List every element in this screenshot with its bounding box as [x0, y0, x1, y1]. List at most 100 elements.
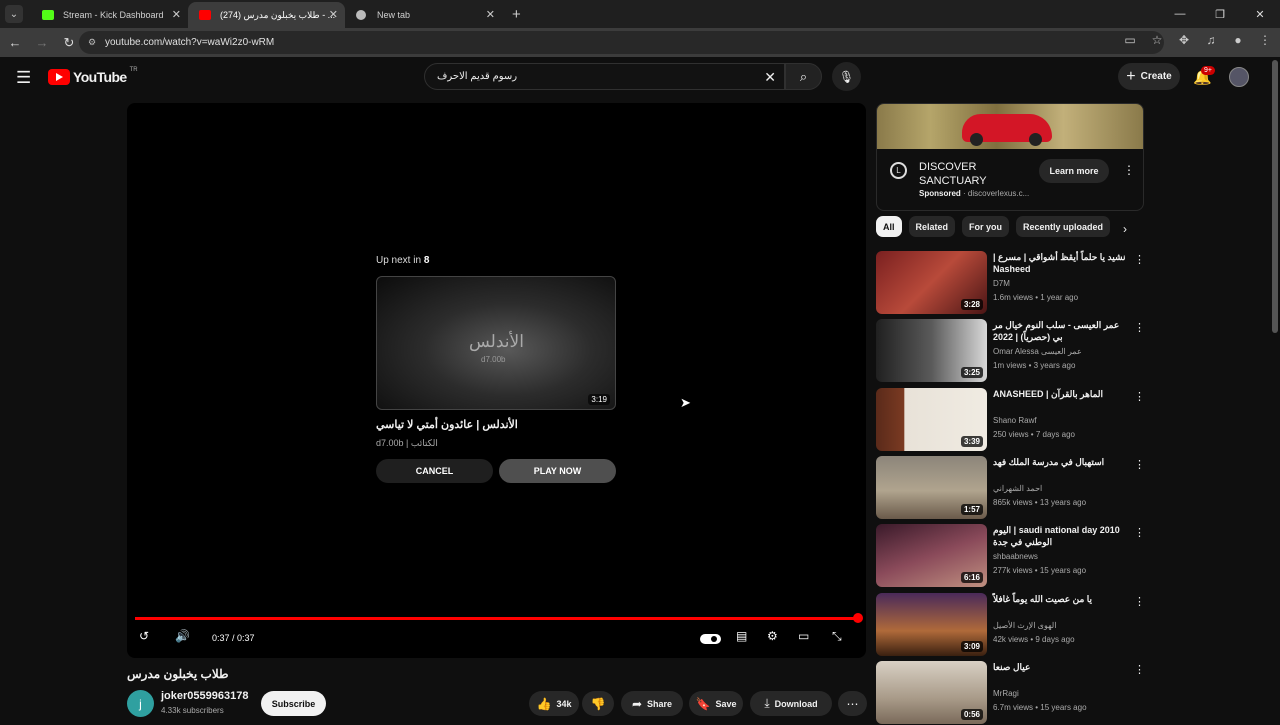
recommended-video[interactable]: 6:16 saudi national day 2010 | اليوم الوط…: [876, 524, 1145, 588]
save-button[interactable]: 🔖 Save: [689, 691, 743, 716]
voice-search-button[interactable]: 🎙: [832, 62, 861, 91]
more-icon[interactable]: ⋮: [1134, 390, 1145, 403]
like-button[interactable]: 👍 34k: [529, 691, 579, 716]
save-label: Save: [715, 698, 737, 709]
more-icon[interactable]: ⋮: [1134, 663, 1145, 676]
recommended-video[interactable]: 3:39 الماهر بالقرآن | ANASHEED Shano Rawf 2…: [876, 388, 1145, 452]
site-info-icon[interactable]: ⚙: [88, 37, 96, 48]
subscribe-button[interactable]: Subscribe: [261, 691, 326, 716]
fullscreen-icon[interactable]: ⤡: [832, 629, 842, 644]
video-meta: 6.7m views • 15 years ago: [993, 703, 1087, 712]
video-thumbnail[interactable]: 3:28: [876, 251, 987, 314]
more-icon[interactable]: ⋮: [1134, 321, 1145, 334]
menu-icon[interactable]: ⋮: [1258, 33, 1272, 47]
up-next-thumbnail[interactable]: الأندلس d7.00b 3:19: [376, 276, 616, 410]
tab-search-button[interactable]: ⌄: [5, 5, 23, 23]
recommended-video[interactable]: 3:25 عمر العيسى - سلب النوم خيال مر بي (ح…: [876, 319, 1145, 383]
play-now-button[interactable]: PLAY NOW: [499, 459, 616, 483]
video-title[interactable]: يا من عصيت الله يوماً غافلاً: [993, 593, 1131, 605]
youtube-logo[interactable]: YouTube TR: [48, 67, 138, 85]
chip-recently-uploaded[interactable]: Recently uploaded: [1016, 216, 1111, 237]
video-title[interactable]: عيال صنعا: [993, 661, 1131, 673]
search-button[interactable]: ⌕: [785, 63, 822, 90]
profile-icon[interactable]: ●: [1231, 33, 1245, 47]
settings-gear-icon[interactable]: ⚙: [767, 629, 778, 643]
download-button[interactable]: ⤓ Download: [750, 691, 832, 716]
sponsored-label: Sponsored: [919, 189, 961, 198]
share-button[interactable]: ➦ Share: [621, 691, 683, 716]
video-title[interactable]: saudi national day 2010 | اليوم الوطني ف…: [993, 524, 1131, 548]
replay-icon[interactable]: ↺: [139, 629, 149, 643]
more-actions-button[interactable]: ⋯: [838, 691, 867, 716]
channel-name[interactable]: joker0559963178: [161, 690, 248, 702]
browser-tab-strip: ⌄ Stream - Kick Dashboard ✕ طلاب يخبلون …: [0, 0, 1280, 28]
media-icon[interactable]: ♫: [1204, 33, 1218, 47]
video-title[interactable]: نشيد يا حلماً أيقظ أشواقي | مسرع | Nashe…: [993, 251, 1131, 275]
video-thumbnail[interactable]: 3:39: [876, 388, 987, 451]
video-title[interactable]: عمر العيسى - سلب النوم خيال مر بي (حصريا…: [993, 319, 1131, 343]
close-icon[interactable]: ✕: [172, 8, 181, 21]
search-input[interactable]: رسوم قديم الاحرف ✕: [424, 63, 785, 90]
autoplay-toggle[interactable]: [700, 634, 721, 644]
video-thumbnail[interactable]: 3:25: [876, 319, 987, 382]
forward-icon[interactable]: →: [30, 31, 54, 55]
more-icon[interactable]: ⋮: [1134, 458, 1145, 471]
video-thumbnail[interactable]: 1:57: [876, 456, 987, 519]
video-title[interactable]: استهبال في مدرسة الملك فهد: [993, 456, 1131, 468]
more-icon[interactable]: ⋮: [1134, 526, 1145, 539]
chevron-right-icon[interactable]: ›: [1123, 222, 1127, 236]
volume-icon[interactable]: 🔊: [175, 629, 190, 643]
back-icon[interactable]: ←: [3, 31, 27, 55]
chip-for-you[interactable]: For you: [962, 216, 1010, 237]
duration-badge: 3:25: [960, 367, 983, 378]
recommended-video[interactable]: 3:28 نشيد يا حلماً أيقظ أشواقي | مسرع | N…: [876, 251, 1145, 315]
more-icon[interactable]: ⋮: [1134, 595, 1145, 608]
account-avatar[interactable]: [1229, 67, 1249, 87]
recommended-video[interactable]: 0:56 عيال صنعا MrRagi 6.7m views • 15 years…: [876, 661, 1145, 725]
dislike-button[interactable]: 👎: [582, 691, 614, 716]
progress-fill: [135, 617, 858, 620]
more-icon[interactable]: ⋮: [1134, 253, 1145, 266]
bookmark-star-icon[interactable]: ☆: [1150, 33, 1164, 47]
up-next-title[interactable]: الأندلس | عائدون أمتي لا تياسي: [376, 418, 616, 431]
subtitles-icon[interactable]: ▤: [736, 629, 747, 643]
browser-tab-active[interactable]: طلاب يخبلون مدرس (274) - ... ✕: [188, 2, 345, 28]
create-button[interactable]: + Create: [1118, 63, 1180, 90]
hamburger-menu-icon[interactable]: ☰: [16, 68, 31, 88]
clear-search-icon[interactable]: ✕: [764, 69, 776, 86]
extensions-icon[interactable]: ✥: [1177, 33, 1191, 47]
recommended-video[interactable]: 1:57 استهبال في مدرسة الملك فهد احمد الشهر…: [876, 456, 1145, 520]
chip-all[interactable]: All: [876, 216, 902, 237]
browser-tab[interactable]: Stream - Kick Dashboard ✕: [31, 2, 188, 28]
learn-more-button[interactable]: Learn more: [1039, 159, 1109, 183]
recommended-video[interactable]: 3:09 يا من عصيت الله يوماً غافلاً الهوى ال…: [876, 593, 1145, 657]
video-meta: 42k views • 9 days ago: [993, 635, 1075, 644]
ad-menu-icon[interactable]: ⋮: [1123, 163, 1135, 177]
minimize-icon[interactable]: —: [1160, 0, 1200, 28]
search-value: رسوم قديم الاحرف: [437, 71, 518, 82]
scrubber-handle[interactable]: [853, 613, 863, 623]
video-thumbnail[interactable]: 0:56: [876, 661, 987, 724]
chip-related[interactable]: Related: [908, 216, 956, 237]
cancel-autoplay-button[interactable]: CANCEL: [376, 459, 493, 483]
url-field[interactable]: ⚙ youtube.com/watch?v=waWi2z0-wRM: [79, 31, 1164, 54]
close-window-icon[interactable]: ✕: [1240, 0, 1280, 28]
theater-mode-icon[interactable]: ▭: [798, 629, 809, 643]
video-thumbnail[interactable]: 6:16: [876, 524, 987, 587]
tab-title: New tab: [377, 10, 411, 20]
ad-card[interactable]: L DISCOVER SANCTUARY Sponsored · discove…: [876, 103, 1144, 211]
close-icon[interactable]: ✕: [486, 8, 495, 21]
browser-tab[interactable]: New tab ✕: [345, 2, 502, 28]
channel-avatar[interactable]: j: [127, 690, 154, 717]
video-thumbnail[interactable]: 3:09: [876, 593, 987, 656]
channel-name: Shano Rawf: [993, 416, 1037, 425]
restore-icon[interactable]: ❐: [1200, 0, 1240, 28]
video-player[interactable]: Up next in 8 الأندلس d7.00b 3:19 الأندلس…: [127, 103, 866, 658]
reload-icon[interactable]: ↻: [57, 31, 81, 55]
video-title[interactable]: الماهر بالقرآن | ANASHEED: [993, 388, 1131, 400]
progress-bar[interactable]: [135, 613, 863, 623]
new-tab-button[interactable]: +: [512, 6, 521, 23]
close-icon[interactable]: ✕: [329, 8, 338, 21]
scrollbar[interactable]: [1272, 60, 1278, 333]
cast-icon[interactable]: ▭: [1123, 33, 1137, 47]
